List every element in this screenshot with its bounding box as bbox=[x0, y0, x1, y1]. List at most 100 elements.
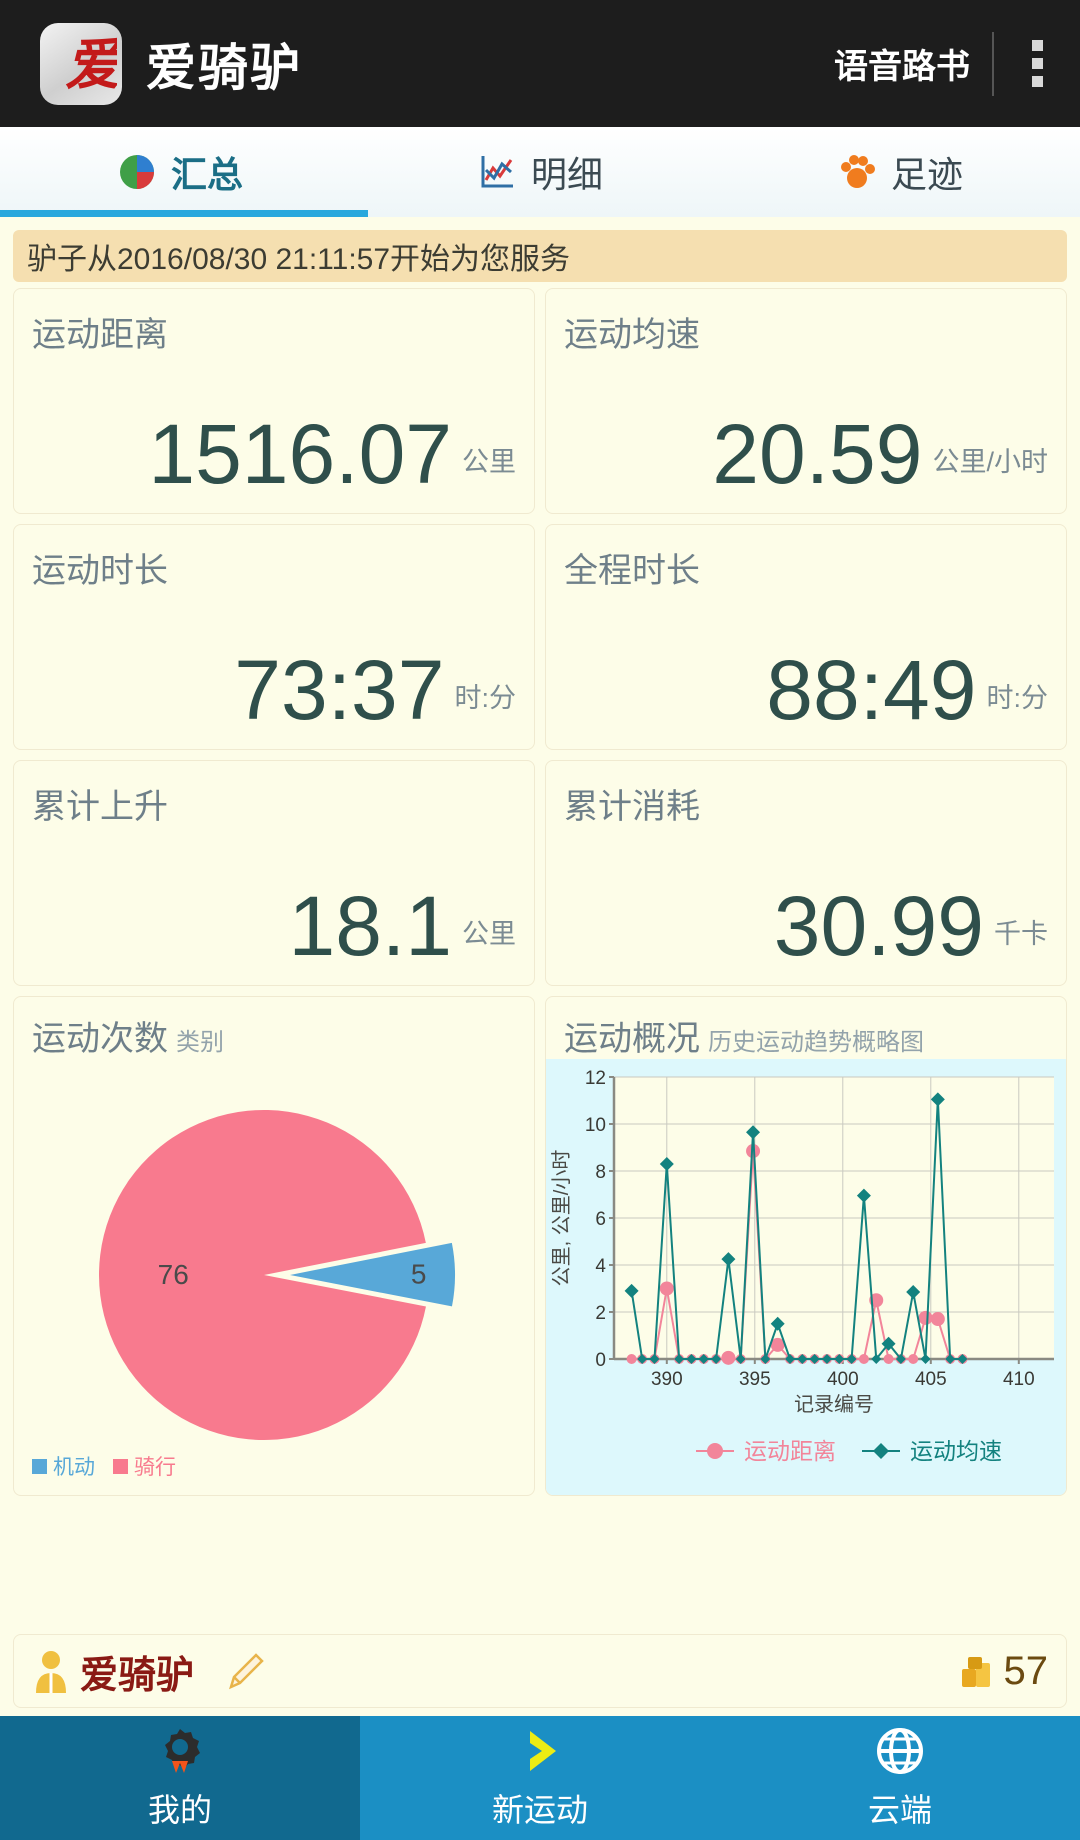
stat-value: 1516.07 bbox=[148, 407, 452, 502]
stat-unit: 公里 bbox=[462, 447, 516, 477]
svg-text:390: 390 bbox=[651, 1369, 683, 1390]
gear-rocket-icon bbox=[154, 1725, 206, 1777]
stat-value-wrap: 73:37 时:分 bbox=[234, 643, 516, 738]
line-card-title: 运动概况 bbox=[564, 1020, 700, 1058]
stat-title: 累计消耗 bbox=[564, 788, 700, 826]
tab-footprint[interactable]: 足迹 bbox=[720, 127, 1080, 217]
svg-text:405: 405 bbox=[915, 1369, 947, 1390]
svg-text:公里, 公里/小时: 公里, 公里/小时 bbox=[550, 1150, 573, 1287]
app-bar-right: 语音路书 bbox=[834, 0, 1080, 127]
svg-text:395: 395 bbox=[739, 1369, 771, 1390]
stat-card-ascent[interactable]: 累计上升 18.1 公里 bbox=[13, 760, 535, 986]
tab-summary[interactable]: 汇总 bbox=[0, 127, 360, 217]
paw-print-icon bbox=[837, 152, 877, 192]
stats-row: 累计上升 18.1 公里 累计消耗 30.99 千卡 bbox=[13, 760, 1067, 986]
pie-chart-card[interactable]: 运动次数 类别 76 5 机动 骑行 bbox=[13, 996, 535, 1496]
pie-card-title: 运动次数 bbox=[32, 1020, 168, 1058]
stat-value: 30.99 bbox=[773, 879, 984, 974]
stat-unit: 千卡 bbox=[994, 919, 1048, 949]
stat-title: 全程时长 bbox=[564, 552, 700, 590]
line-chart-plot: 0 2 4 6 8 10 12 390 395 400 405 410 记录编号 公里, 公里/小时运动距… bbox=[550, 1068, 1054, 1464]
stats-row: 运动时长 73:37 时:分 全程时长 88:49 时:分 bbox=[13, 524, 1067, 750]
app-bar: 爱 爱骑驴 语音路书 bbox=[0, 0, 1080, 127]
svg-text:10: 10 bbox=[585, 1115, 606, 1136]
stat-value-wrap: 20.59 公里/小时 bbox=[712, 407, 1048, 502]
svg-text:410: 410 bbox=[1003, 1369, 1035, 1390]
tab-footprint-label: 足迹 bbox=[890, 154, 963, 195]
stat-value-wrap: 18.1 公里 bbox=[288, 879, 517, 974]
charts-row: 运动次数 类别 76 5 机动 骑行 运动概况 历史运动趋势概略图 0 2 4 6 8 10… bbox=[0, 996, 1080, 1496]
stat-card-moving-time[interactable]: 运动时长 73:37 时:分 bbox=[13, 524, 535, 750]
nav-item-new-activity[interactable]: 新运动 bbox=[360, 1716, 720, 1840]
pencil-edit-icon[interactable] bbox=[222, 1647, 270, 1695]
nav-item-cloud[interactable]: 云端 bbox=[720, 1716, 1080, 1840]
svg-text:0: 0 bbox=[595, 1350, 606, 1371]
line-card-subtitle: 历史运动趋势概略图 bbox=[708, 1029, 924, 1056]
nav-item-new-activity-label: 新运动 bbox=[491, 1792, 588, 1828]
coin-count: 57 bbox=[1003, 1648, 1049, 1693]
user-avatar-icon bbox=[32, 1649, 70, 1693]
coin-stack-icon bbox=[958, 1651, 998, 1691]
stat-value-wrap: 1516.07 公里 bbox=[148, 407, 516, 502]
pie-legend-item-0: 机动 bbox=[32, 1451, 95, 1481]
pie-chart-icon bbox=[117, 152, 157, 192]
tab-detail[interactable]: 明细 bbox=[360, 127, 720, 217]
nav-item-mine[interactable]: 我的 bbox=[0, 1716, 360, 1840]
svg-text:12: 12 bbox=[585, 1068, 606, 1089]
stat-card-avg-speed[interactable]: 运动均速 20.59 公里/小时 bbox=[545, 288, 1067, 514]
tab-summary-label: 汇总 bbox=[170, 154, 243, 195]
stat-value-wrap: 30.99 千卡 bbox=[773, 879, 1048, 974]
svg-text:5: 5 bbox=[411, 1259, 427, 1290]
stats-row: 运动距离 1516.07 公里 运动均速 20.59 公里/小时 bbox=[13, 288, 1067, 514]
stat-card-total-time[interactable]: 全程时长 88:49 时:分 bbox=[545, 524, 1067, 750]
svg-text:运动均速: 运动均速 bbox=[910, 1438, 1002, 1464]
svg-text:运动距离: 运动距离 bbox=[744, 1438, 836, 1464]
app-title: 爱骑驴 bbox=[146, 39, 302, 96]
stat-value: 88:49 bbox=[766, 643, 977, 738]
stat-value: 18.1 bbox=[288, 879, 453, 974]
service-banner: 驴子从2016/08/30 21:11:57开始为您服务 bbox=[13, 230, 1067, 282]
stat-unit: 时:分 bbox=[454, 683, 516, 713]
svg-text:400: 400 bbox=[827, 1369, 859, 1390]
stat-card-distance[interactable]: 运动距离 1516.07 公里 bbox=[13, 288, 535, 514]
stat-title: 运动均速 bbox=[564, 316, 700, 354]
line-card-header: 运动概况 历史运动趋势概略图 bbox=[546, 997, 1066, 1060]
tab-bar: 汇总 明细 足迹 bbox=[0, 127, 1080, 217]
stat-title: 累计上升 bbox=[32, 788, 168, 826]
coin-balance[interactable]: 57 bbox=[958, 1648, 1049, 1694]
stats-grid: 运动距离 1516.07 公里 运动均速 20.59 公里/小时 运动时长 73… bbox=[0, 282, 1080, 986]
voice-route-button[interactable]: 语音路书 bbox=[834, 39, 992, 88]
svg-text:8: 8 bbox=[595, 1162, 606, 1183]
app-logo-icon: 爱 bbox=[40, 22, 122, 105]
svg-text:记录编号: 记录编号 bbox=[794, 1393, 874, 1416]
pie-chart-plot: 76 5 bbox=[98, 1110, 455, 1440]
pie-legend-swatch-pink bbox=[113, 1458, 128, 1474]
stat-unit: 时:分 bbox=[986, 683, 1048, 713]
user-name[interactable]: 爱骑驴 bbox=[80, 1644, 194, 1699]
line-chart-card[interactable]: 运动概况 历史运动趋势概略图 0 2 4 6 8 10 12 390 395 400 405 410 记… bbox=[545, 996, 1067, 1496]
stat-title: 运动时长 bbox=[32, 552, 168, 590]
pie-legend-label: 骑行 bbox=[134, 1456, 176, 1479]
tab-active-indicator bbox=[0, 210, 368, 217]
svg-text:4: 4 bbox=[595, 1256, 606, 1277]
stat-card-calories[interactable]: 累计消耗 30.99 千卡 bbox=[545, 760, 1067, 986]
pie-legend-label: 机动 bbox=[53, 1456, 95, 1479]
pie-card-header: 运动次数 类别 bbox=[14, 997, 534, 1060]
svg-text:爱: 爱 bbox=[65, 35, 117, 97]
user-bar: 爱骑驴 57 bbox=[13, 1634, 1067, 1708]
overflow-menu-icon[interactable] bbox=[994, 0, 1080, 127]
stat-value: 73:37 bbox=[234, 643, 445, 738]
line-chart-plot-area: 0 2 4 6 8 10 12 390 395 400 405 410 记录编号 公里, 公里/小时运动距… bbox=[546, 1059, 1066, 1495]
nav-item-mine-label: 我的 bbox=[147, 1792, 212, 1828]
svg-text:6: 6 bbox=[595, 1209, 606, 1230]
pie-card-subtitle: 类别 bbox=[176, 1029, 224, 1056]
stat-value-wrap: 88:49 时:分 bbox=[766, 643, 1048, 738]
stat-value: 20.59 bbox=[712, 407, 923, 502]
stat-unit: 公里/小时 bbox=[932, 447, 1048, 477]
stat-title: 运动距离 bbox=[32, 316, 168, 354]
chevron-right-icon bbox=[514, 1725, 566, 1777]
tab-detail-label: 明细 bbox=[530, 154, 603, 195]
svg-text:2: 2 bbox=[595, 1303, 606, 1324]
pie-legend-swatch-blue bbox=[32, 1458, 47, 1474]
pie-legend: 机动 骑行 bbox=[32, 1451, 176, 1481]
